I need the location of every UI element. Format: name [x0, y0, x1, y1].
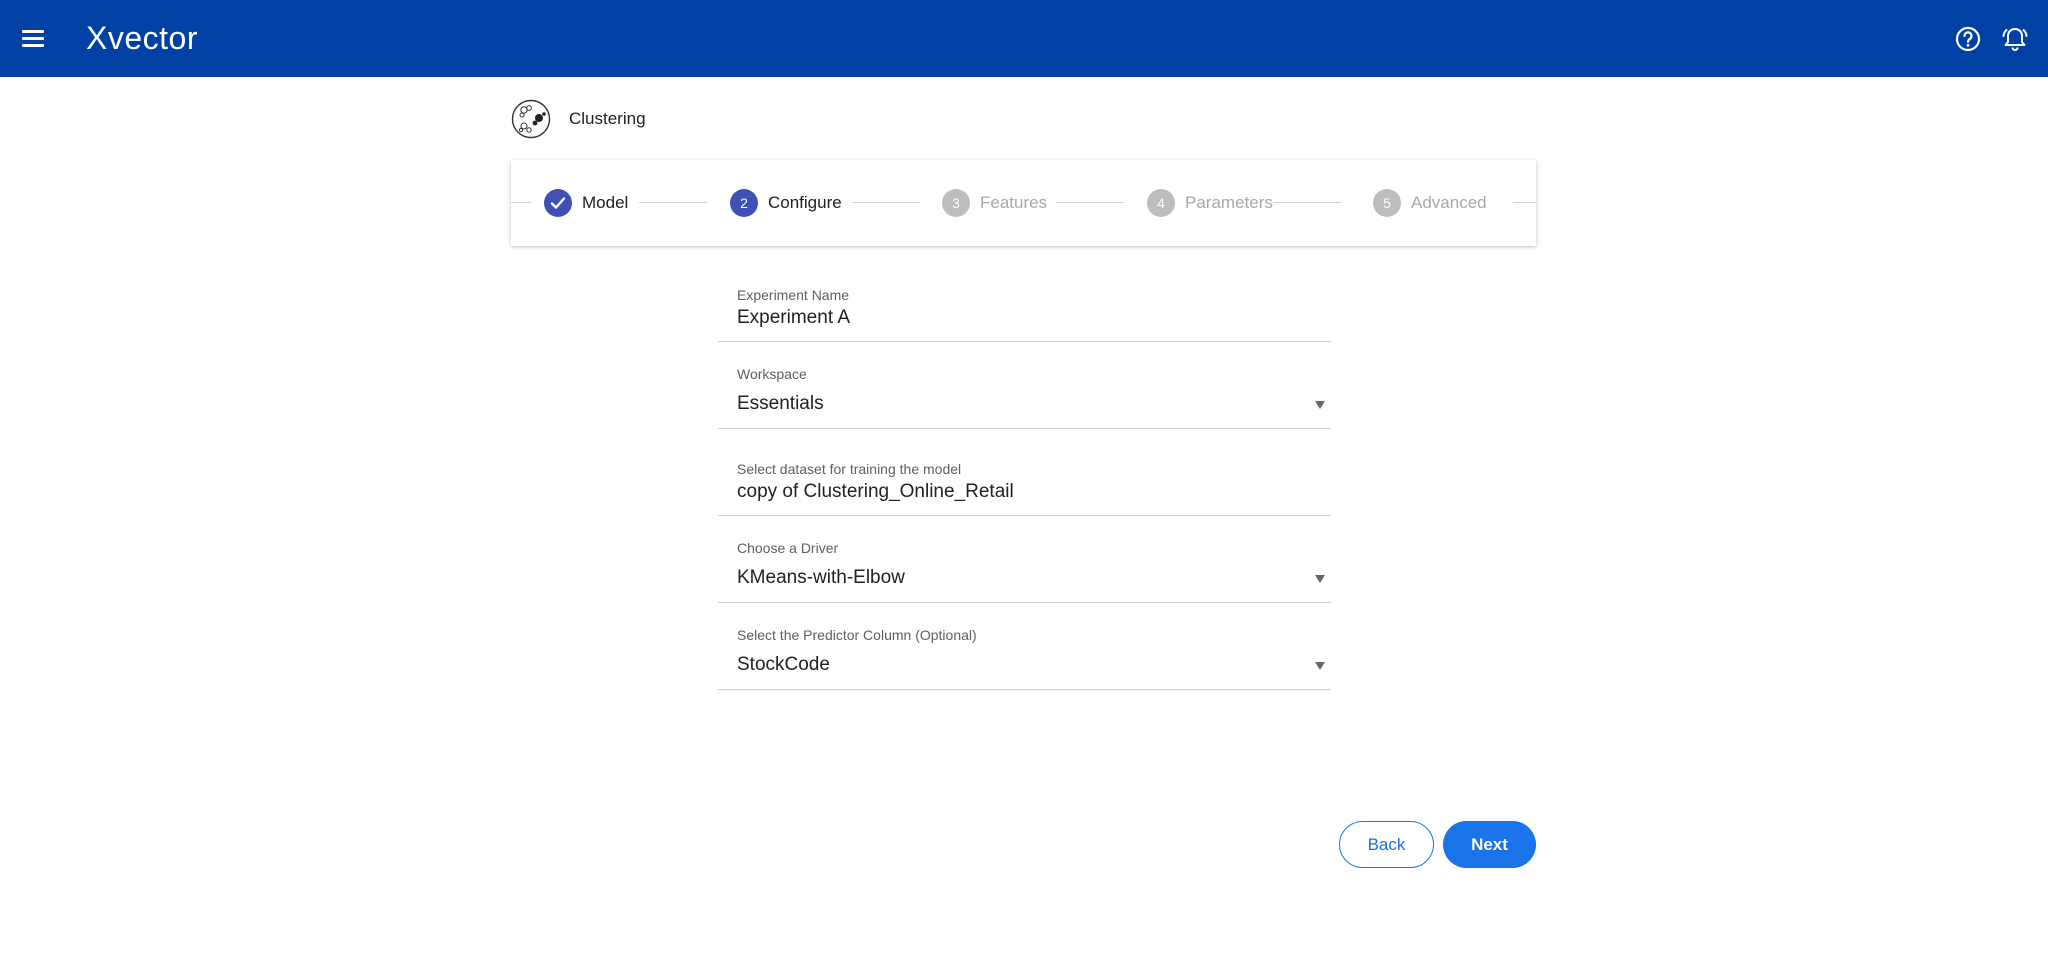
help-circle-icon[interactable] [1953, 24, 1983, 54]
field-label: Select the Predictor Column (Optional) [737, 627, 977, 643]
driver-value[interactable]: KMeans-with-Elbow [737, 567, 905, 589]
step-configure[interactable]: 2 Configure [730, 189, 842, 217]
step-label: Model [582, 193, 629, 212]
step-label: Advanced [1411, 193, 1487, 212]
page-title: Clustering [569, 109, 646, 128]
stepper-connector [1056, 202, 1124, 203]
step-number: 4 [1147, 189, 1175, 217]
step-advanced[interactable]: 5 Advanced [1373, 189, 1487, 217]
driver-select[interactable]: Choose a Driver KMeans-with-Elbow [718, 534, 1331, 603]
experiment-name-input[interactable]: Experiment A [737, 307, 850, 329]
top-app-bar: Xvector [0, 0, 2048, 77]
step-features[interactable]: 3 Features [942, 189, 1047, 217]
step-parameters[interactable]: 4 Parameters [1147, 189, 1273, 217]
caret-down-icon[interactable] [1315, 662, 1325, 670]
step-number: 3 [942, 189, 970, 217]
dataset-field[interactable]: Select dataset for training the model co… [718, 455, 1331, 516]
check-icon [544, 189, 572, 217]
step-label: Parameters [1185, 193, 1273, 212]
menu-icon[interactable] [20, 24, 48, 52]
workspace-value[interactable]: Essentials [737, 393, 824, 415]
bell-alert-icon[interactable] [2000, 24, 2030, 54]
clustering-icon [511, 99, 551, 139]
back-button[interactable]: Back [1339, 821, 1434, 868]
workspace-select[interactable]: Workspace Essentials [718, 360, 1331, 429]
stepper-connector [852, 202, 920, 203]
stepper-connector [639, 202, 707, 203]
step-number: 2 [730, 189, 758, 217]
brand-logo[interactable]: Xvector [86, 18, 198, 58]
caret-down-icon[interactable] [1315, 401, 1325, 409]
wizard-stepper: Model 2 Configure 3 Features 4 Parameter… [511, 160, 1536, 246]
caret-down-icon[interactable] [1315, 575, 1325, 583]
field-label: Experiment Name [737, 287, 850, 303]
experiment-name-field[interactable]: Experiment Name Experiment A [718, 280, 1331, 342]
stepper-connector [1273, 202, 1341, 203]
predictor-column-value[interactable]: StockCode [737, 654, 830, 676]
step-label: Features [980, 193, 1048, 212]
step-label: Configure [768, 193, 842, 212]
step-model[interactable]: Model [544, 189, 628, 217]
dataset-input[interactable]: copy of Clustering_Online_Retail [737, 481, 1014, 503]
stepper-connector [1513, 202, 1536, 203]
step-number: 5 [1373, 189, 1401, 217]
field-label: Workspace [737, 366, 807, 382]
stepper-connector [511, 202, 531, 203]
field-label: Choose a Driver [737, 540, 839, 556]
next-button[interactable]: Next [1443, 821, 1536, 868]
field-label: Select dataset for training the model [737, 461, 962, 477]
predictor-column-select[interactable]: Select the Predictor Column (Optional) S… [718, 621, 1331, 690]
